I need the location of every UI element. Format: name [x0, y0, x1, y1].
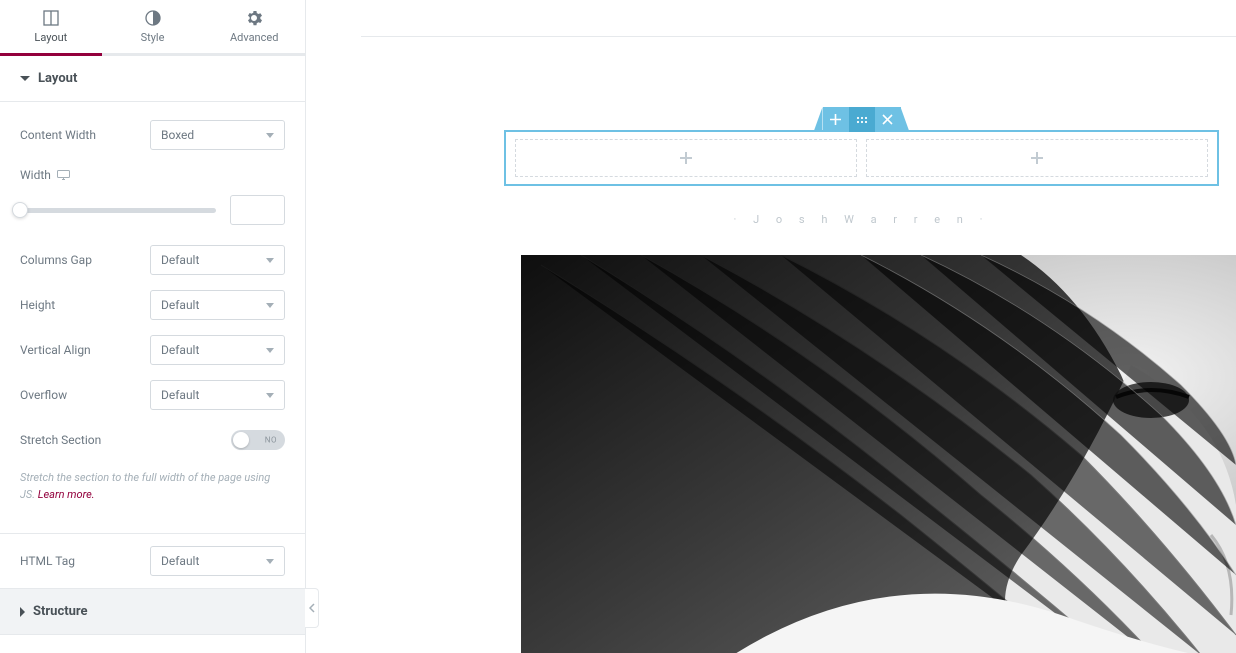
tab-label: Advanced [230, 31, 278, 44]
panel-collapse-handle[interactable] [305, 588, 319, 628]
column-add-left[interactable] [515, 139, 857, 177]
handle-wing [814, 107, 823, 132]
delete-section-button[interactable] [875, 107, 901, 132]
layout-icon [43, 10, 59, 26]
plus-icon [830, 114, 841, 125]
edit-section-button[interactable] [849, 107, 875, 132]
plus-icon [679, 151, 693, 165]
desktop-icon [57, 170, 70, 180]
tab-advanced[interactable]: Advanced [203, 0, 305, 53]
plus-icon [1030, 151, 1044, 165]
close-icon [882, 114, 893, 125]
caret-down-icon [20, 76, 30, 81]
control-html-tag: HTML Tag Default [20, 546, 285, 576]
toggle-stretch[interactable]: NO [231, 430, 285, 450]
control-content-width: Content Width Boxed [20, 112, 285, 157]
control-vertical-align: Vertical Align Default [20, 327, 285, 372]
grip-icon [856, 116, 868, 124]
label-height: Height [20, 298, 55, 312]
gear-icon [246, 10, 262, 26]
handle-wing [901, 107, 910, 132]
label-html-tag: HTML Tag [20, 554, 75, 568]
tab-label: Style [141, 31, 165, 44]
select-vertical-align[interactable]: Default [150, 335, 285, 365]
selected-section[interactable] [504, 130, 1219, 186]
column-add-right[interactable] [866, 139, 1208, 177]
section-title: Structure [33, 604, 88, 619]
width-slider[interactable] [20, 208, 216, 213]
label-content-width: Content Width [20, 128, 96, 142]
select-height[interactable]: Default [150, 290, 285, 320]
select-content-width[interactable]: Boxed [150, 120, 285, 150]
editor-sidebar: Layout Style Advanced Layout Content Wid… [0, 0, 306, 653]
style-icon [145, 10, 161, 26]
preview-divider [361, 36, 1236, 37]
section-header-structure[interactable]: Structure [0, 588, 305, 635]
control-stretch-section: Stretch Section NO [20, 417, 285, 462]
content-image [521, 255, 1236, 653]
toggle-text: NO [265, 435, 277, 444]
tab-layout[interactable]: Layout [0, 0, 102, 53]
select-overflow[interactable]: Default [150, 380, 285, 410]
width-number-input[interactable] [230, 195, 285, 225]
tab-style[interactable]: Style [102, 0, 204, 53]
control-height: Height Default [20, 282, 285, 327]
control-width-slider-row [20, 187, 285, 237]
image-caption: · J o s h W a r r e n · [504, 213, 1219, 226]
learn-more-link[interactable]: Learn more. [38, 488, 95, 501]
editor-tabs: Layout Style Advanced [0, 0, 305, 56]
section-header-layout[interactable]: Layout [0, 56, 305, 102]
stretch-help-text: Stretch the section to the full width of… [20, 462, 285, 507]
toggle-knob [233, 432, 249, 448]
label-vertical-align: Vertical Align [20, 343, 91, 357]
layout-controls: Content Width Boxed Width Columns Gap De… [0, 102, 305, 527]
caret-right-icon [20, 607, 25, 617]
control-overflow: Overflow Default [20, 372, 285, 417]
label-width: Width [20, 168, 70, 182]
select-html-tag[interactable]: Default [150, 546, 285, 576]
chevron-left-icon [309, 603, 315, 613]
section-title: Layout [38, 71, 77, 86]
select-columns-gap[interactable]: Default [150, 245, 285, 275]
label-stretch: Stretch Section [20, 433, 101, 447]
add-section-button[interactable] [823, 107, 849, 132]
slider-thumb[interactable] [12, 202, 28, 218]
label-overflow: Overflow [20, 388, 67, 402]
label-columns-gap: Columns Gap [20, 253, 92, 267]
preview-area: · J o s h W a r r e n · [306, 0, 1236, 653]
layout-controls-bottom: HTML Tag Default [0, 533, 305, 588]
control-width: Width [20, 157, 285, 187]
tab-label: Layout [34, 31, 67, 44]
control-columns-gap: Columns Gap Default [20, 237, 285, 282]
section-handle [814, 107, 910, 132]
active-tab-indicator [0, 53, 102, 56]
